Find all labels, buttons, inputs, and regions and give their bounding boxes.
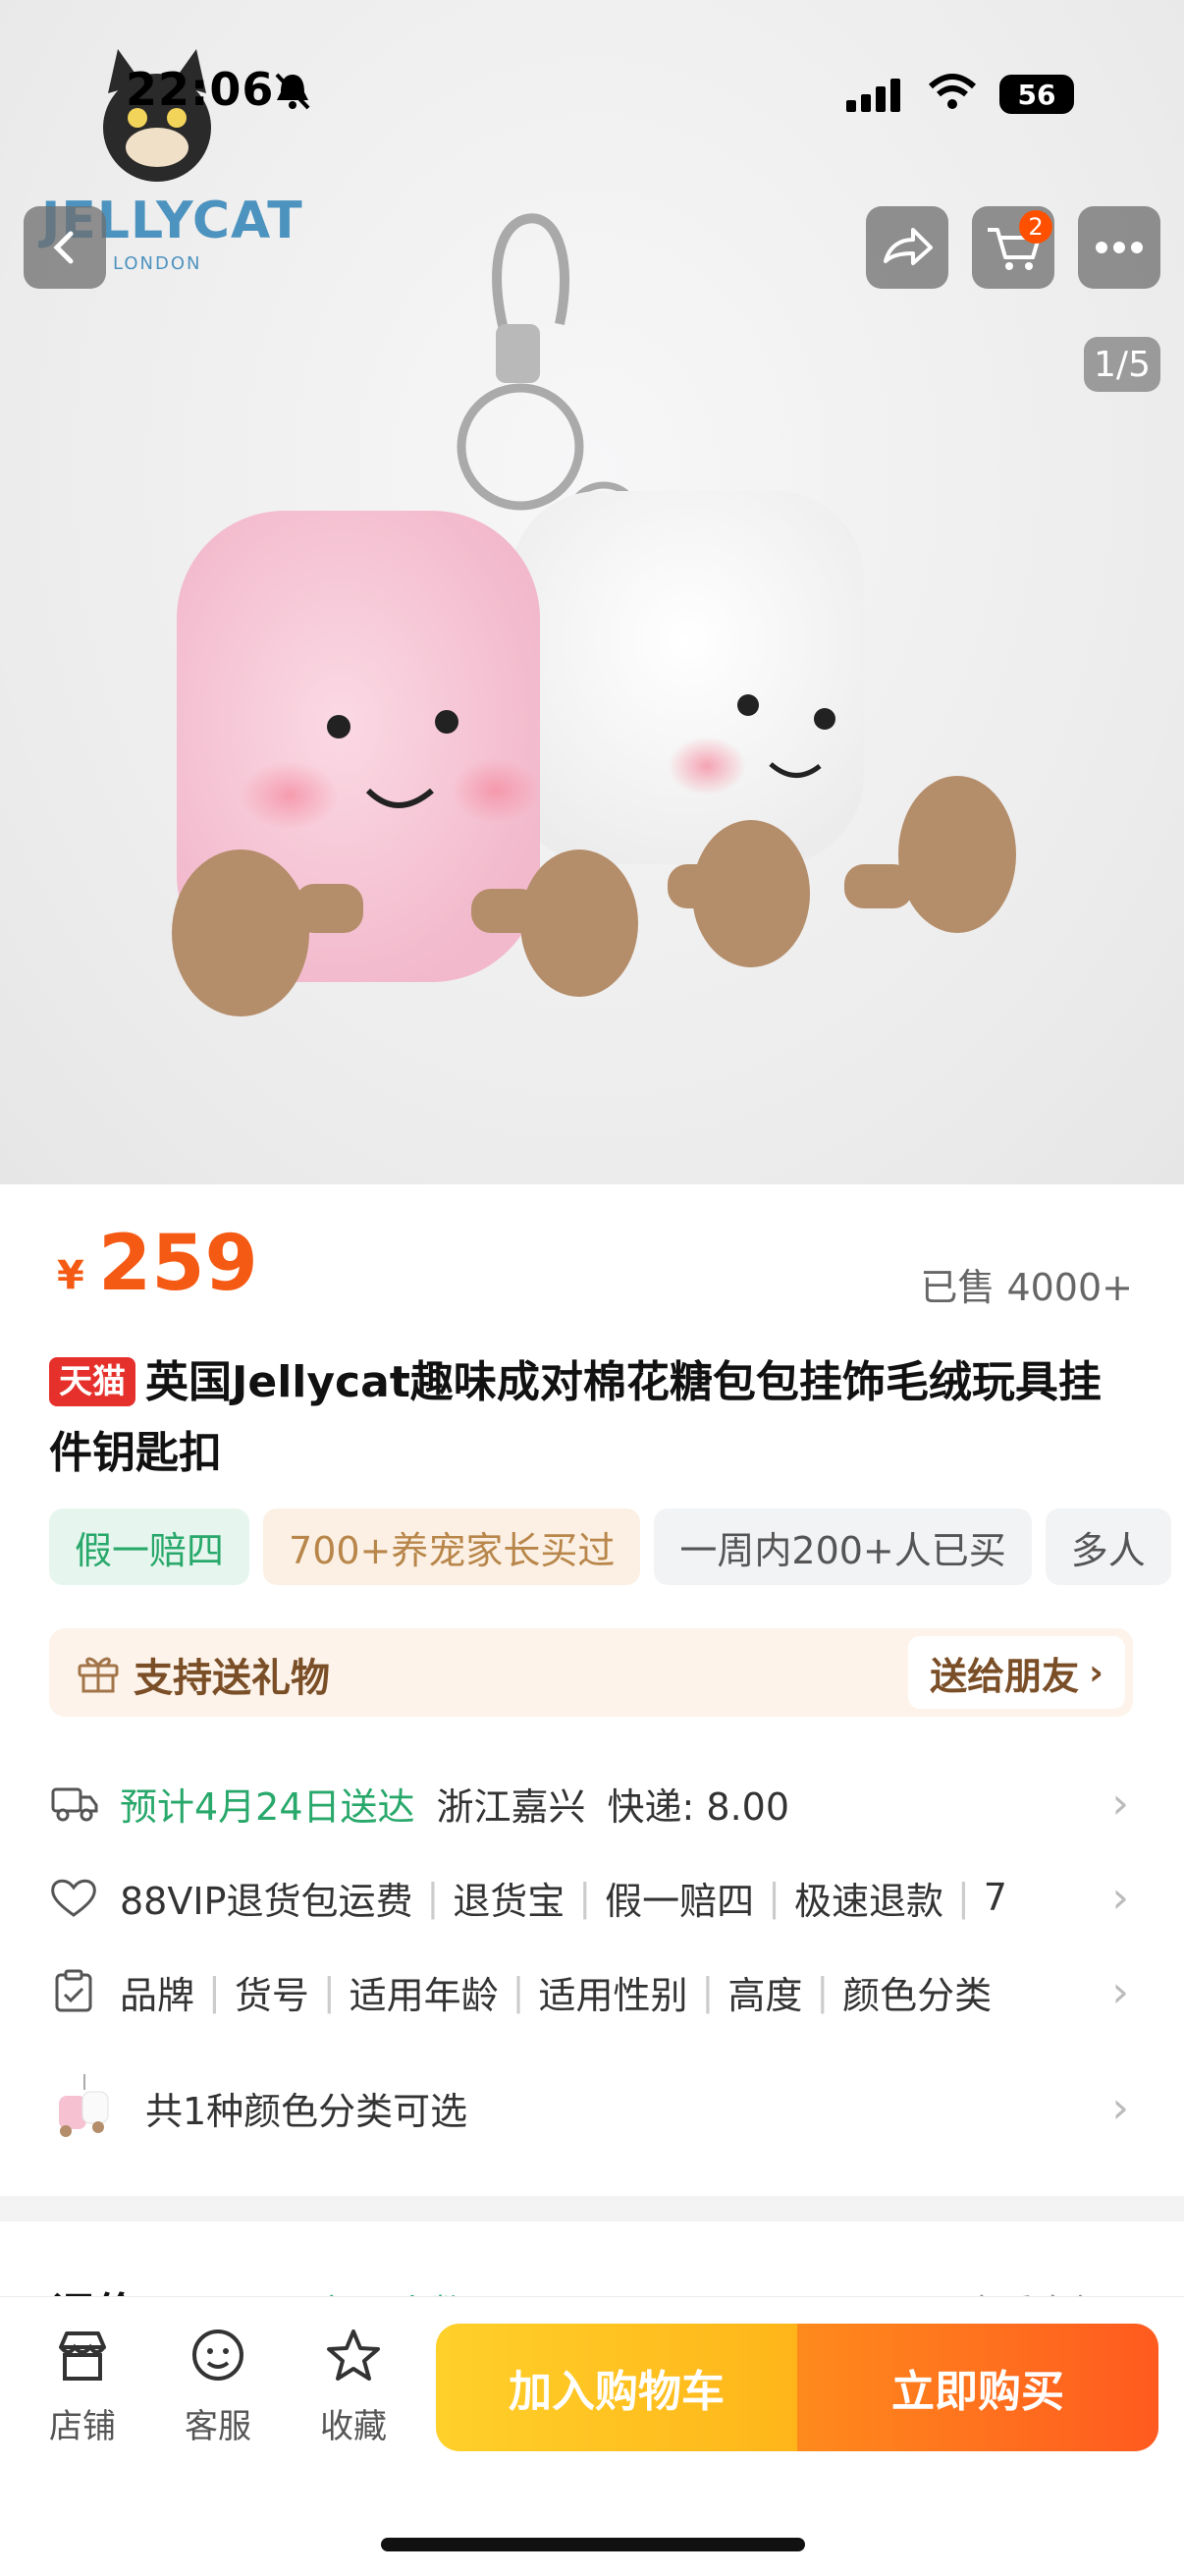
image-counter: 1/5	[1084, 337, 1160, 392]
service-item: 退货宝	[453, 1879, 565, 1923]
gift-label: 支持送礼物	[134, 1656, 330, 1701]
purchase-buttons: 加入购物车 立即购买	[436, 2324, 1158, 2451]
params-items: 品牌 | 货号 | 适用年龄 | 适用性别 | 高度 | 颜色分类	[120, 1965, 1062, 2019]
tmall-tag: 天猫	[49, 1357, 135, 1406]
product-image	[103, 49, 1016, 1016]
chip-item: 700+养宠家长买过	[263, 1508, 641, 1585]
more-button[interactable]	[1078, 206, 1160, 289]
cart-button[interactable]: 2	[972, 206, 1054, 289]
price-currency: ¥	[57, 1253, 84, 1298]
param-item: 高度	[727, 1973, 803, 2017]
chevron-left-icon	[53, 231, 74, 264]
favorite-button[interactable]: 收藏	[304, 2328, 403, 2447]
store-label: 店铺	[49, 2407, 116, 2446]
battery-icon: 56	[999, 75, 1074, 114]
service-item: 假一赔四	[605, 1879, 755, 1923]
param-item: 适用年龄	[349, 1973, 499, 2017]
status-time: 22:06	[126, 63, 275, 116]
params-row[interactable]: 品牌 | 货号 | 适用年龄 | 适用性别 | 高度 | 颜色分类 ›	[49, 1960, 1129, 2023]
chip-item: 多人	[1045, 1508, 1171, 1585]
variant-text: 共1种颜色分类可选	[145, 2089, 468, 2133]
send-to-friend-button[interactable]: 送给朋友 ›	[908, 1636, 1125, 1709]
param-item: 颜色分类	[842, 1973, 993, 2017]
chevron-right-icon: ›	[1111, 1966, 1129, 2017]
status-bar: 22:06 56	[0, 0, 1184, 118]
gift-banner: 支持送礼物 送给朋友 ›	[49, 1628, 1133, 1717]
product-title: 天猫 英国Jellycat趣味成对棉花糖包包挂饰毛绒玩具挂件钥匙扣	[49, 1347, 1139, 1489]
share-icon	[884, 228, 933, 265]
favorite-label: 收藏	[320, 2407, 387, 2446]
customer-service-icon	[192, 2329, 243, 2381]
param-item: 适用性别	[538, 1973, 688, 2017]
brand-logo-sub: LONDON	[113, 253, 202, 274]
store-icon	[59, 2331, 106, 2381]
customer-service-label: 客服	[185, 2407, 251, 2446]
chip-item: 一周内200+人已买	[654, 1508, 1032, 1585]
chevron-right-icon: ›	[1111, 2082, 1129, 2133]
send-to-friend-label: 送给朋友	[930, 1654, 1080, 1698]
home-indicator	[381, 2538, 805, 2551]
variant-thumbnail	[59, 2074, 109, 2137]
service-item: 极速退款	[793, 1879, 943, 1923]
price-value: 259	[98, 1220, 258, 1308]
delivery-shipping: 快递: 8.00	[607, 1784, 790, 1829]
add-to-cart-button[interactable]: 加入购物车	[436, 2324, 797, 2451]
product-image-carousel[interactable]: JELLYCAT LONDON	[0, 0, 1184, 1184]
variant-row[interactable]: 共1种颜色分类可选 ›	[49, 2068, 1129, 2147]
delivery-origin: 浙江嘉兴	[436, 1784, 586, 1829]
truck-icon	[51, 1787, 98, 1822]
service-row[interactable]: 88VIP退货包运费 | 退货宝 | 假一赔四 | 极速退款 | 7 ›	[49, 1866, 1129, 1929]
gift-icon	[78, 1657, 119, 1693]
delivery-estimate: 预计4月24日送达	[120, 1784, 415, 1829]
share-button[interactable]	[866, 206, 948, 289]
service-items: 88VIP退货包运费 | 退货宝 | 假一赔四 | 极速退款 | 7	[120, 1871, 1062, 1925]
chevron-right-icon: ›	[1089, 1652, 1103, 1693]
back-button[interactable]	[24, 206, 106, 289]
clipboard-check-icon	[55, 1969, 92, 2012]
mute-bell-icon	[275, 73, 310, 110]
tag-chips: 假一赔四 700+养宠家长买过 一周内200+人已买 多人	[49, 1508, 1184, 1587]
heart-shield-icon	[51, 1879, 96, 1917]
star-icon	[327, 2329, 380, 2381]
signal-icon	[846, 79, 900, 112]
service-item: 88VIP退货包运费	[120, 1879, 413, 1923]
sold-count: 已售 4000+	[920, 1266, 1133, 1309]
param-item: 货号	[234, 1973, 309, 2017]
param-item: 品牌	[120, 1973, 195, 2017]
store-button[interactable]: 店铺	[33, 2328, 132, 2447]
chevron-right-icon: ›	[1111, 1872, 1129, 1923]
product-info-card: ¥ 259 已售 4000+ 天猫 英国Jellycat趣味成对棉花糖包包挂饰毛绒…	[0, 1184, 1184, 2196]
delivery-row[interactable]: 预计4月24日送达 浙江嘉兴 快递: 8.00 ›	[49, 1772, 1129, 1835]
cart-badge: 2	[1019, 210, 1052, 244]
chevron-right-icon: ›	[1111, 1778, 1129, 1829]
service-item: 7	[983, 1876, 1007, 1919]
more-dots-icon	[1096, 242, 1143, 253]
wifi-icon	[928, 74, 977, 109]
buy-now-button[interactable]: 立即购买	[797, 2324, 1158, 2451]
product-title-text: 英国Jellycat趣味成对棉花糖包包挂饰毛绒玩具挂件钥匙扣	[49, 1357, 1102, 1478]
customer-service-button[interactable]: 客服	[169, 2328, 267, 2447]
chip-item: 假一赔四	[49, 1508, 250, 1585]
